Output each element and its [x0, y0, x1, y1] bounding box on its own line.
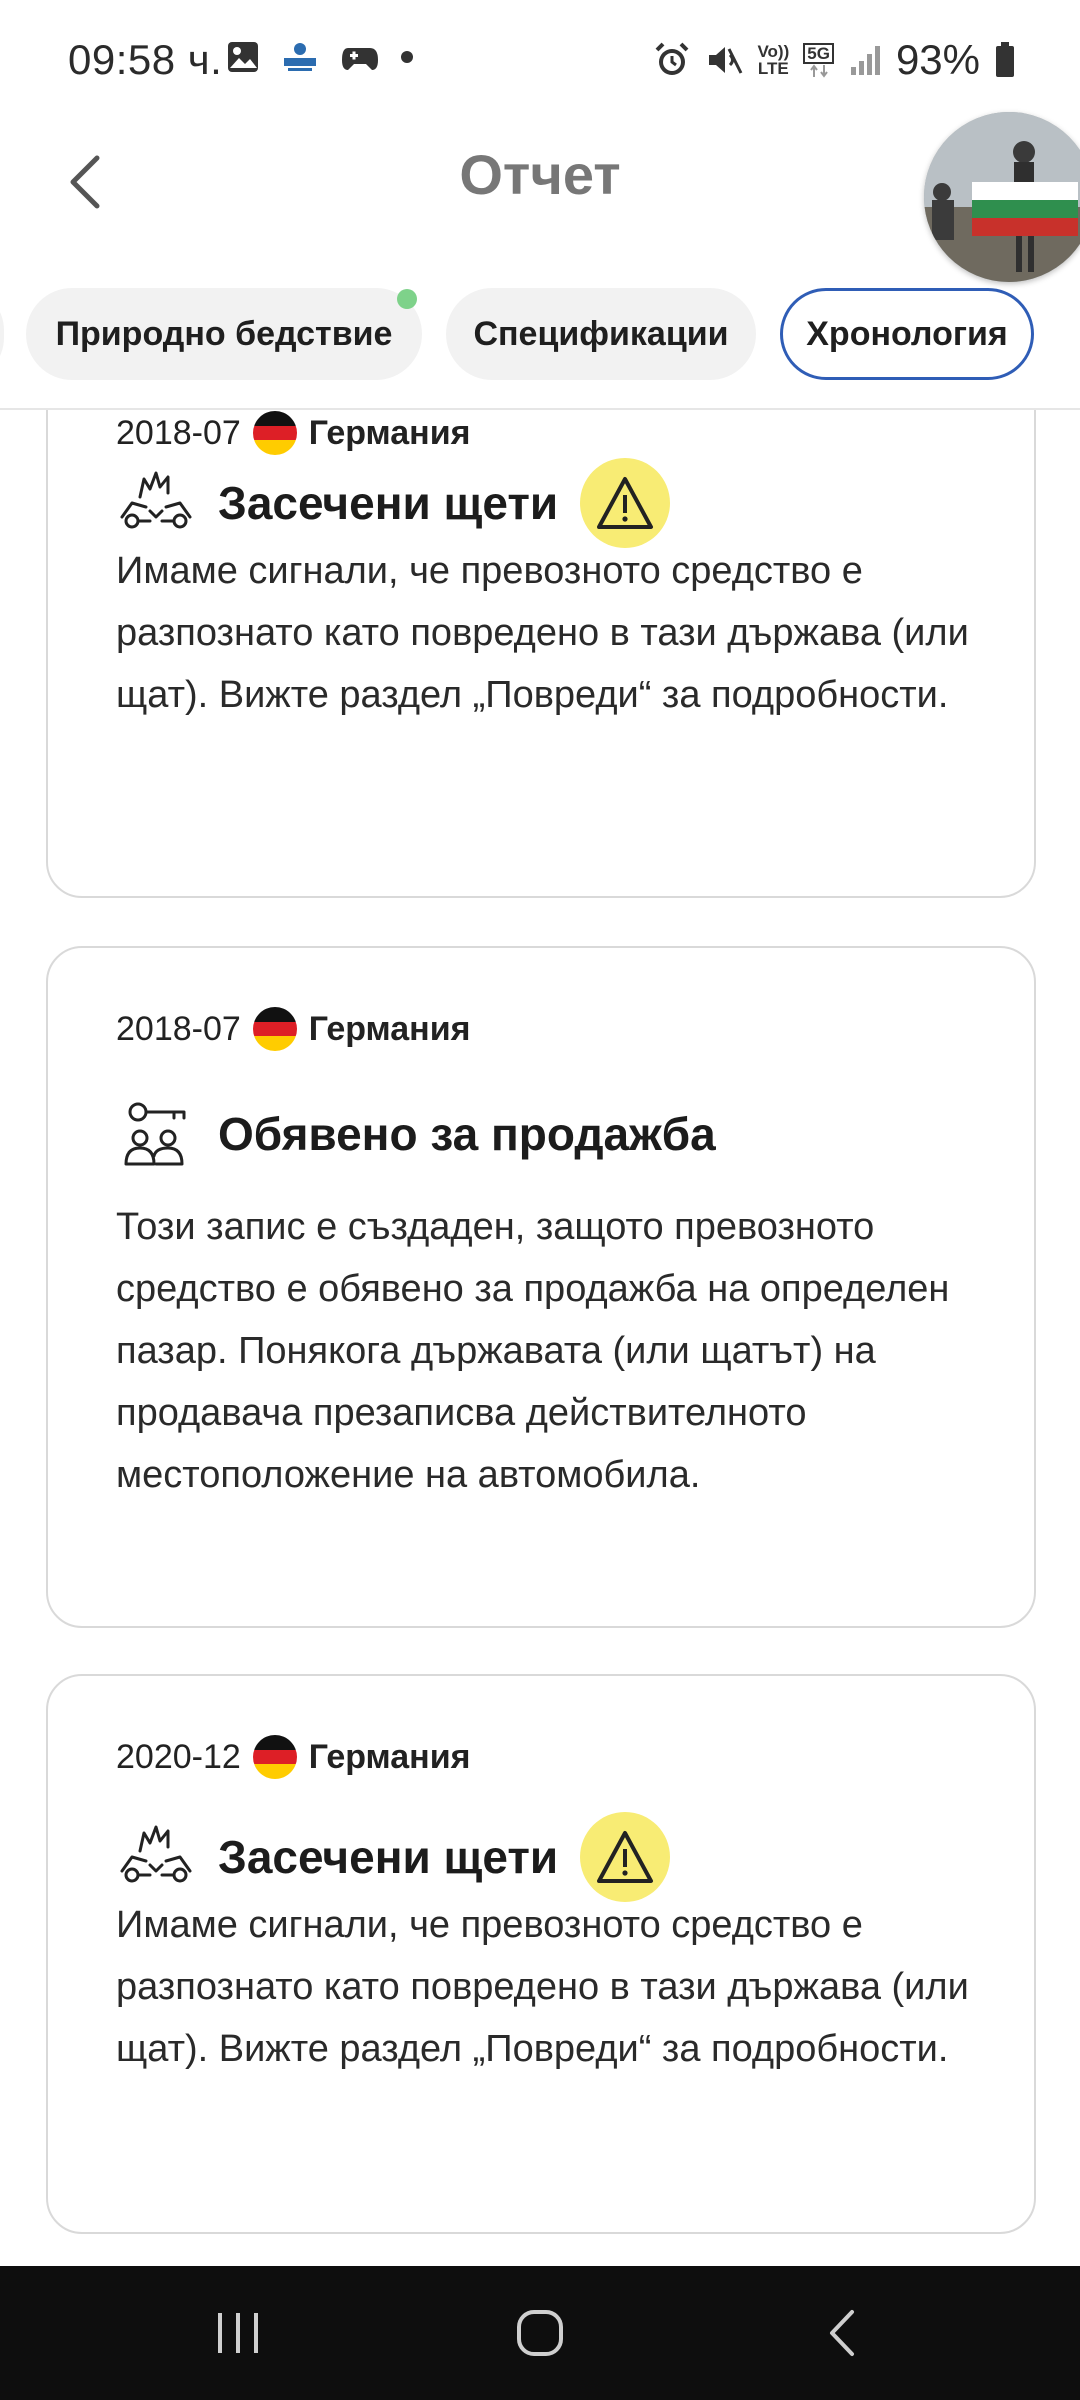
- event-header: Обявено за продажба: [116, 1094, 716, 1174]
- card-date: 2018-07: [116, 413, 241, 452]
- card-meta: 2018-07 Германия: [116, 410, 470, 458]
- app-header: Отчет: [0, 112, 1080, 282]
- event-title: Засечени щети: [218, 1831, 559, 1883]
- notification-icons: [226, 40, 414, 74]
- card-date: 2020-12: [116, 1737, 241, 1776]
- battery-percent: 93%: [895, 36, 980, 83]
- timeline-list[interactable]: 2018-07 Германия Засечени щети Имаме сиг…: [0, 410, 1080, 2266]
- system-status-icons: Vo)) LTE 5G 93%: [653, 36, 1016, 84]
- volte-indicator: Vo)) LTE: [757, 42, 790, 78]
- timeline-card: 2018-07 Германия Засечени щети Имаме сиг…: [46, 410, 1036, 898]
- card-country: Германия: [308, 1009, 471, 1048]
- germany-flag-icon: [252, 411, 297, 455]
- tab-specifications[interactable]: Спецификации: [446, 288, 756, 380]
- event-description: Имаме сигнали, че превозното средство е …: [116, 1904, 969, 2070]
- timeline-card: 2018-07 Германия Обявено за продажба Тоз…: [46, 946, 1036, 1628]
- recent-apps-button[interactable]: [188, 2296, 288, 2370]
- avatar[interactable]: [924, 112, 1080, 282]
- event-description: Този запис е създаден, защото превозното…: [116, 1206, 950, 1496]
- more-notifications-dot-icon: [401, 51, 413, 63]
- tab-label: Хронология: [806, 314, 1008, 353]
- report-screen: 09:58 ч. Vo)) LTE 5G 93% Отчет Природно …: [0, 0, 1080, 2400]
- event-title: Засечени щети: [218, 477, 559, 529]
- car-damage-icon: [116, 1817, 196, 1897]
- bank-app-icon: [284, 43, 316, 71]
- gallery-icon: [228, 42, 258, 72]
- tab-label: Природно бедствие: [55, 314, 393, 353]
- profile-photo-icon: [924, 112, 1080, 282]
- card-country: Германия: [308, 413, 471, 452]
- germany-flag-icon: [252, 1007, 297, 1051]
- page-title: Отчет: [459, 143, 621, 206]
- system-nav-bar: [0, 2266, 1080, 2400]
- event-header: Засечени щети: [116, 458, 671, 548]
- tab-natural-disaster[interactable]: Природно бедствие: [26, 288, 422, 380]
- mute-icon: [709, 47, 743, 74]
- warning-icon: [597, 477, 654, 529]
- event-title: Обявено за продажба: [218, 1108, 716, 1160]
- tab-chronology[interactable]: Хронология: [780, 288, 1034, 380]
- battery-icon: [996, 42, 1014, 77]
- warning-icon: [597, 1831, 654, 1883]
- card-date: 2018-07: [116, 1009, 241, 1048]
- tab-partial-left[interactable]: [0, 288, 4, 380]
- warning-badge: [580, 1812, 671, 1902]
- card-meta: 2020-12 Германия: [116, 1732, 470, 1782]
- tab-label: Спецификации: [473, 314, 729, 353]
- data-arrows-icon: [809, 63, 828, 78]
- home-button[interactable]: [490, 2296, 590, 2370]
- alarm-icon: [656, 42, 689, 75]
- car-damage-icon: [116, 463, 196, 543]
- timeline-card: 2020-12 Германия Засечени щети Имаме сиг…: [46, 1674, 1036, 2234]
- status-bar: 09:58 ч. Vo)) LTE 5G 93%: [0, 0, 1080, 112]
- system-back-button[interactable]: [792, 2296, 892, 2370]
- status-time: 09:58 ч.: [68, 36, 223, 83]
- report-tabs: Природно бедствие Спецификации Хронологи…: [0, 282, 1080, 410]
- recent-apps-icon: [218, 2313, 258, 2353]
- tab-notification-dot: [397, 289, 417, 309]
- card-meta: 2018-07 Германия: [116, 1004, 470, 1054]
- warning-badge: [580, 458, 671, 548]
- home-icon: [517, 2310, 563, 2356]
- germany-flag-icon: [252, 1735, 297, 1779]
- game-controller-icon: [342, 48, 378, 70]
- event-header: Засечени щети: [116, 1812, 671, 1902]
- card-country: Германия: [308, 1737, 471, 1776]
- event-description: Имаме сигнали, че превозното средство е …: [116, 550, 969, 716]
- 5g-indicator: 5G: [803, 42, 834, 78]
- key-people-icon: [116, 1094, 196, 1174]
- signal-icon: [850, 46, 880, 75]
- back-arrow-icon: [830, 2310, 854, 2356]
